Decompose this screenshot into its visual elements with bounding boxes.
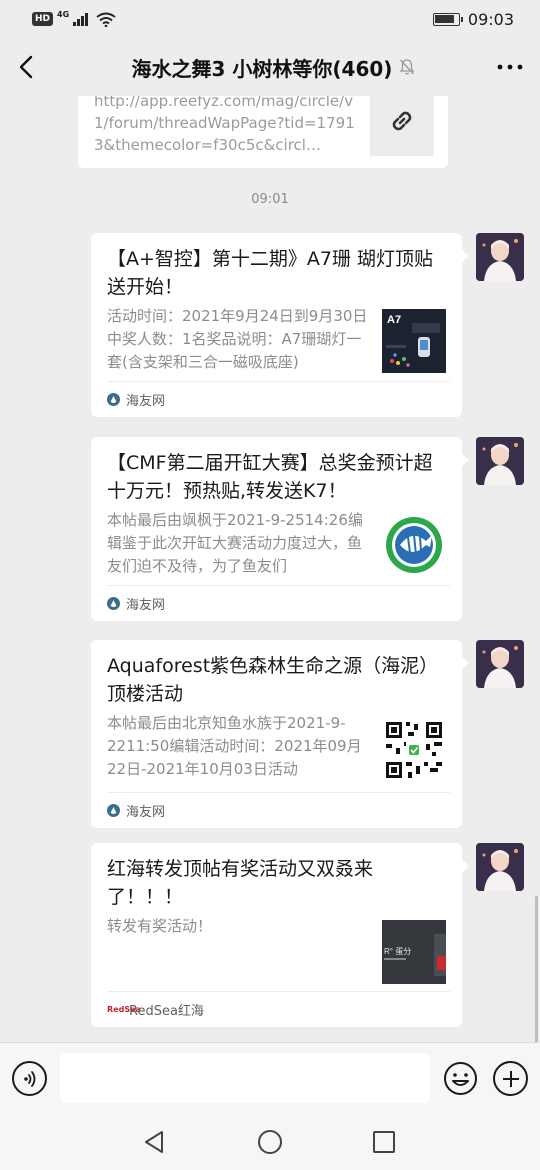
network-type: 4G	[57, 9, 70, 19]
source-logo-icon	[107, 597, 120, 610]
back-button[interactable]	[0, 38, 52, 96]
message-source: 海友网	[107, 792, 450, 828]
message-title: Aquaforest紫色森林生命之源（海泥）顶楼活动	[107, 655, 439, 705]
avatar[interactable]	[476, 640, 524, 688]
source-name: RedSea红海	[129, 1004, 204, 1019]
source-name: 海友网	[126, 805, 166, 820]
message-thumbnail: A7	[382, 309, 446, 373]
link-icon	[392, 111, 412, 131]
message-description: 转发有奖活动！	[107, 917, 213, 935]
message-title: 红海转发顶帖有奖活动又双叒来了！！！	[107, 858, 374, 908]
battery-icon	[432, 12, 463, 26]
source-name: 海友网	[126, 394, 166, 409]
message-thumbnail	[382, 513, 446, 577]
nav-recents-button[interactable]	[370, 1128, 398, 1156]
status-time: 09:03	[467, 9, 514, 29]
avatar[interactable]	[476, 843, 524, 891]
nav-home-button[interactable]	[256, 1128, 284, 1156]
message-source: 海友网	[107, 585, 450, 621]
chat-timestamp: 09:01	[251, 192, 289, 207]
plus-icon	[502, 1070, 519, 1087]
signal-icon	[73, 12, 89, 26]
message-description: 本帖最后由飒枫于2021-9-2514:26编辑鉴于此次开缸大赛活动力度过大，鱼…	[107, 511, 363, 575]
chevron-left-icon	[19, 55, 33, 79]
message-thumbnail	[382, 718, 446, 782]
message-description: 本帖最后由北京知鱼水族于2021-9-2211:50编辑活动时间：2021年09…	[107, 714, 362, 778]
link-card-partial[interactable]: http://app.reefyz.com/mag/circle/v1/foru…	[78, 96, 448, 168]
avatar[interactable]	[476, 437, 524, 485]
more-options-button[interactable]	[480, 38, 540, 96]
voice-input-button[interactable]	[12, 1061, 47, 1096]
chat-area[interactable]: http://app.reefyz.com/mag/circle/v1/foru…	[0, 96, 540, 1042]
status-bar: HD 4G 09:03	[0, 0, 540, 38]
redsea-logo-icon: RedSea	[107, 1005, 141, 1014]
thumbnail-label: R° 蛋分	[384, 947, 411, 956]
voice-icon	[23, 1070, 35, 1087]
message-description: 活动时间：2021年9月24日到9月30日中奖人数：1名奖品说明：A7珊瑚灯一套…	[107, 307, 368, 371]
link-message-card[interactable]: 【CMF第二届开缸大赛】总奖金预计超十万元！预热贴,转发送K7！ 本帖最后由飒枫…	[91, 437, 469, 621]
message-title: 【CMF第二届开缸大赛】总奖金预计超十万元！预热贴,转发送K7！	[107, 452, 433, 502]
circle-home-icon	[258, 1130, 282, 1154]
system-nav-bar	[0, 1114, 540, 1170]
input-bar	[0, 1042, 540, 1114]
message-input[interactable]	[60, 1053, 430, 1103]
source-logo-icon	[107, 804, 120, 817]
link-message-card[interactable]: 红海转发顶帖有奖活动又双叒来了！！！ 转发有奖活动！ R° 蛋分 RedSea …	[91, 843, 469, 1027]
link-message-card[interactable]: Aquaforest紫色森林生命之源（海泥）顶楼活动 本帖最后由北京知鱼水族于2…	[91, 640, 469, 828]
link-thumbnail	[370, 96, 434, 156]
emoji-icon	[444, 1062, 477, 1095]
triangle-back-icon	[145, 1131, 163, 1153]
title-bar: 海水之舞3 小树林等你(460)	[0, 38, 540, 96]
message-source: 海友网	[107, 381, 450, 417]
message-thumbnail: R° 蛋分	[382, 920, 446, 984]
message-source: RedSea RedSea红海	[107, 991, 450, 1027]
scrollbar[interactable]	[535, 896, 538, 1042]
chat-title: 海水之舞3 小树林等你(460)	[131, 56, 393, 81]
wifi-icon	[96, 12, 116, 27]
hd-badge: HD	[32, 12, 54, 26]
link-message-card[interactable]: 【A+智控】第十二期》A7珊 瑚灯顶贴送开始！ 活动时间：2021年9月24日到…	[91, 233, 469, 417]
square-recents-icon	[373, 1131, 395, 1153]
avatar[interactable]	[476, 233, 524, 281]
mute-bell-icon	[400, 59, 415, 75]
more-dots-icon	[497, 64, 523, 70]
thumbnail-label: A7	[387, 314, 401, 326]
emoji-button[interactable]	[443, 1061, 478, 1096]
link-url-text: http://app.reefyz.com/mag/circle/v1/foru…	[94, 96, 355, 154]
more-functions-button[interactable]	[493, 1061, 528, 1096]
nav-back-button[interactable]	[140, 1128, 168, 1156]
source-logo-icon	[107, 393, 120, 406]
source-name: 海友网	[126, 598, 166, 613]
message-title: 【A+智控】第十二期》A7珊 瑚灯顶贴送开始！	[107, 248, 434, 298]
